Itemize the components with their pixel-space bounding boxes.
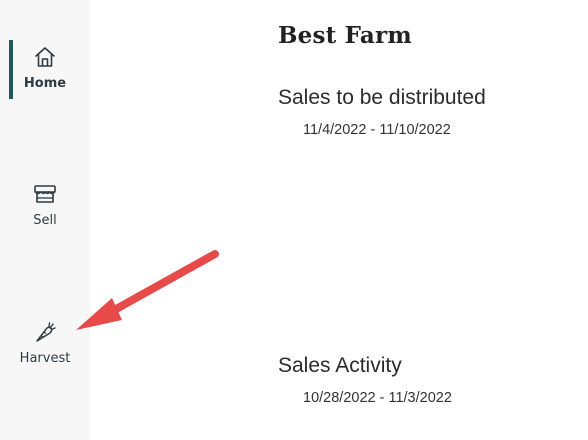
sidebar-item-label: Sell bbox=[33, 213, 57, 228]
sidebar-item-sell[interactable]: Sell bbox=[0, 181, 90, 261]
sidebar-item-home[interactable]: Home bbox=[0, 44, 90, 124]
sidebar: Home Sell Harvest bbox=[0, 0, 90, 440]
carrot-icon bbox=[36, 322, 56, 342]
sales-distributed-date-range: 11/4/2022 - 11/10/2022 bbox=[303, 122, 451, 138]
sales-activity-title: Sales Activity bbox=[278, 354, 402, 377]
sales-activity-date-range: 10/28/2022 - 11/3/2022 bbox=[303, 390, 452, 406]
farm-name: Best Farm bbox=[278, 22, 412, 49]
sidebar-item-label: Harvest bbox=[19, 351, 71, 366]
home-icon bbox=[35, 47, 55, 67]
sales-distributed-title: Sales to be distributed bbox=[278, 86, 486, 109]
storefront-icon bbox=[34, 185, 56, 203]
sidebar-item-harvest[interactable]: Harvest bbox=[0, 319, 90, 399]
sidebar-item-label: Home bbox=[23, 76, 67, 91]
